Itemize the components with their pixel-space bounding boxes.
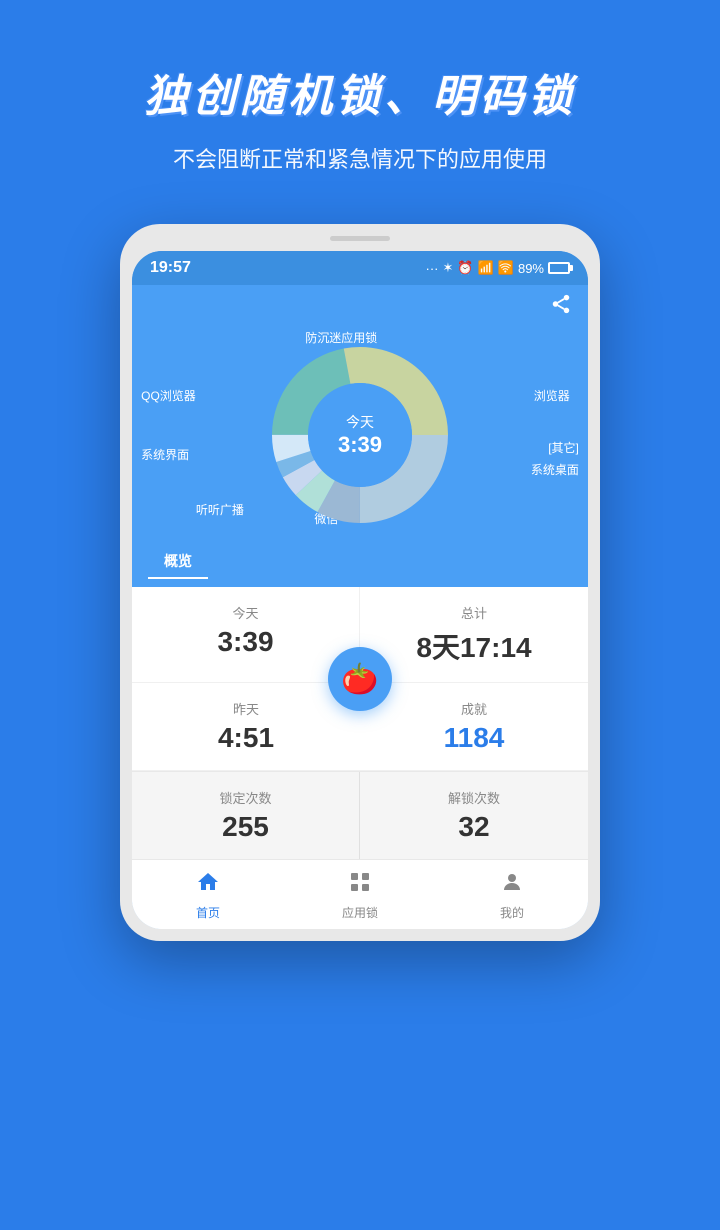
chart-label-liulanqi: 浏览器 (534, 387, 570, 404)
unlock-count-value: 32 (458, 811, 489, 842)
alarm-icon: ⏰ (457, 260, 473, 276)
nav-mine[interactable]: 我的 (436, 860, 588, 929)
achievement-stat: 成就 1184 (360, 683, 588, 771)
yesterday-stat: 昨天 4:51 (132, 683, 360, 771)
today-stat: 今天 3:39 (132, 587, 360, 683)
stats-section: 今天 3:39 总计 8天17:14 🍅 昨天 4:51 成就 1184 (132, 587, 588, 929)
status-time: 19:57 (150, 259, 191, 277)
mine-label: 我的 (500, 904, 524, 921)
nav-home[interactable]: 首页 (132, 860, 284, 929)
lock-count-value: 255 (222, 811, 269, 842)
phone-speaker (330, 236, 390, 241)
lock-count-label: 锁定次数 (152, 788, 339, 807)
donut-time: 3:39 (338, 432, 382, 458)
stats-grid: 今天 3:39 总计 8天17:14 🍅 昨天 4:51 成就 1184 (132, 587, 588, 771)
chart-wrapper: 防沉迷应用锁 QQ浏览器 浏览器 系统界面 [其它] 系统桌面 听听广播 微信 (132, 325, 588, 545)
tomato-icon: 🍅 (341, 662, 378, 697)
yesterday-value: 4:51 (218, 722, 274, 753)
nav-apps[interactable]: 应用锁 (284, 860, 436, 929)
phone-mockup: 19:57 ··· ✶ ⏰ 📶 🛜 89% (120, 224, 600, 941)
battery-percent: 89% (518, 261, 544, 276)
yesterday-label: 昨天 (152, 699, 340, 718)
achievement-value: 1184 (444, 722, 505, 753)
phone-inner: 19:57 ··· ✶ ⏰ 📶 🛜 89% (132, 251, 588, 929)
overview-tab[interactable]: 概览 (148, 545, 208, 579)
battery-icon (548, 262, 570, 274)
unlock-count-label: 解锁次数 (380, 788, 568, 807)
share-icon[interactable] (550, 293, 572, 321)
apps-label: 应用锁 (342, 904, 378, 921)
header-section: 独创随机锁、明码锁 不会阻断正常和紧急情况下的应用使用 (0, 0, 720, 204)
total-stat: 总计 8天17:14 (360, 587, 588, 683)
total-label: 总计 (380, 603, 568, 622)
dots-icon: ··· (426, 261, 439, 276)
status-bar: 19:57 ··· ✶ ⏰ 📶 🛜 89% (132, 251, 588, 285)
chart-label-xitong: 系统界面 (141, 446, 189, 463)
apps-icon (348, 870, 372, 900)
tab-bar: 概览 (132, 545, 588, 587)
lock-count-cell: 锁定次数 255 (132, 772, 360, 859)
donut-label: 今天 (338, 412, 382, 432)
share-row (132, 285, 588, 325)
today-value: 3:39 (217, 626, 273, 657)
donut-chart: 今天 3:39 (260, 335, 460, 535)
main-title: 独创随机锁、明码锁 (40, 60, 680, 124)
unlock-count-cell: 解锁次数 32 (360, 772, 588, 859)
home-icon (196, 870, 220, 900)
bluetooth-icon: ✶ (443, 260, 454, 276)
home-label: 首页 (196, 904, 220, 921)
chart-label-qq: QQ浏览器 (141, 387, 196, 404)
tomato-button[interactable]: 🍅 (328, 647, 392, 711)
status-icons: ··· ✶ ⏰ 📶 🛜 89% (426, 260, 571, 276)
bottom-nav: 首页 应用锁 (132, 859, 588, 929)
achievement-label: 成就 (380, 699, 568, 718)
donut-center: 今天 3:39 (338, 412, 382, 458)
mine-icon (500, 870, 524, 900)
chart-label-tingting: 听听广播 (196, 501, 244, 518)
chart-label-zhuomian: 系统桌面 (531, 461, 579, 478)
wifi-icon: 🛜 (498, 260, 514, 276)
total-value: 8天17:14 (416, 632, 531, 663)
chart-label-qita: [其它] (548, 439, 579, 456)
sub-title: 不会阻断正常和紧急情况下的应用使用 (40, 142, 680, 174)
today-label: 今天 (152, 603, 339, 622)
lock-stats: 锁定次数 255 解锁次数 32 (132, 771, 588, 859)
signal-icon: 📶 (478, 260, 494, 276)
